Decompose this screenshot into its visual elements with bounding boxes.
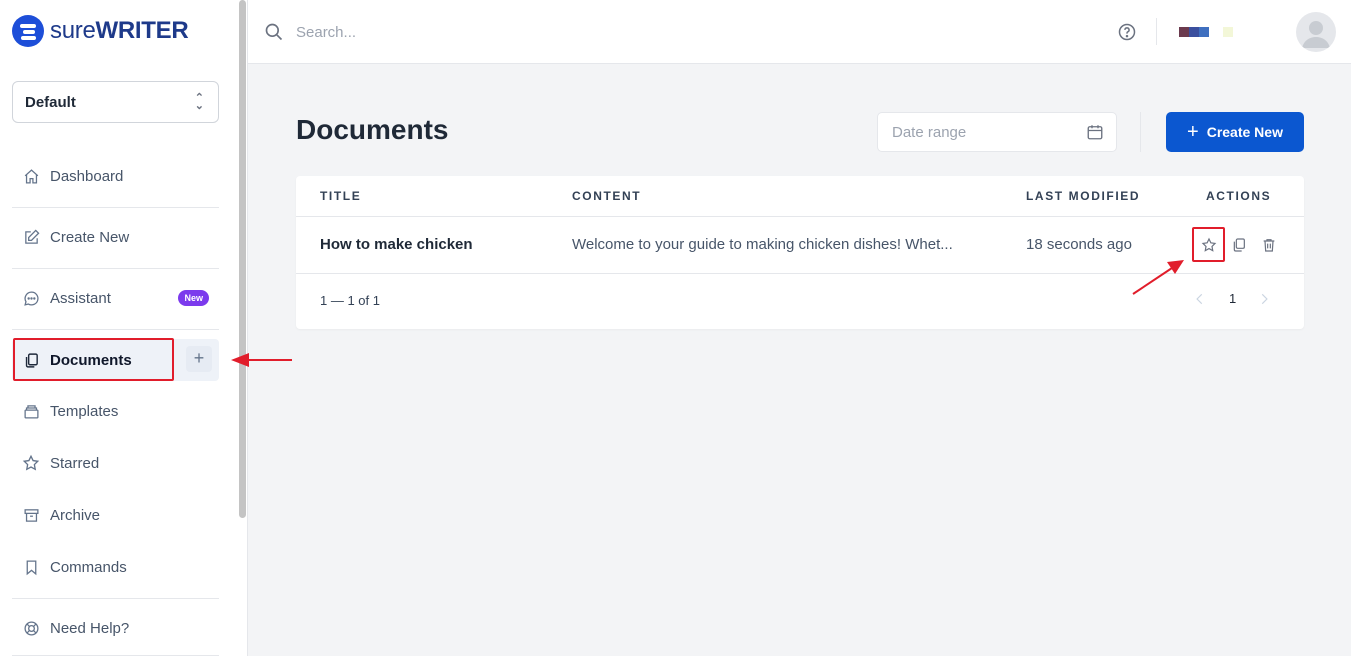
arrow-to-star [1132, 260, 1184, 295]
annotation-arrows [231, 260, 1184, 367]
arrow-to-documents [231, 353, 292, 367]
